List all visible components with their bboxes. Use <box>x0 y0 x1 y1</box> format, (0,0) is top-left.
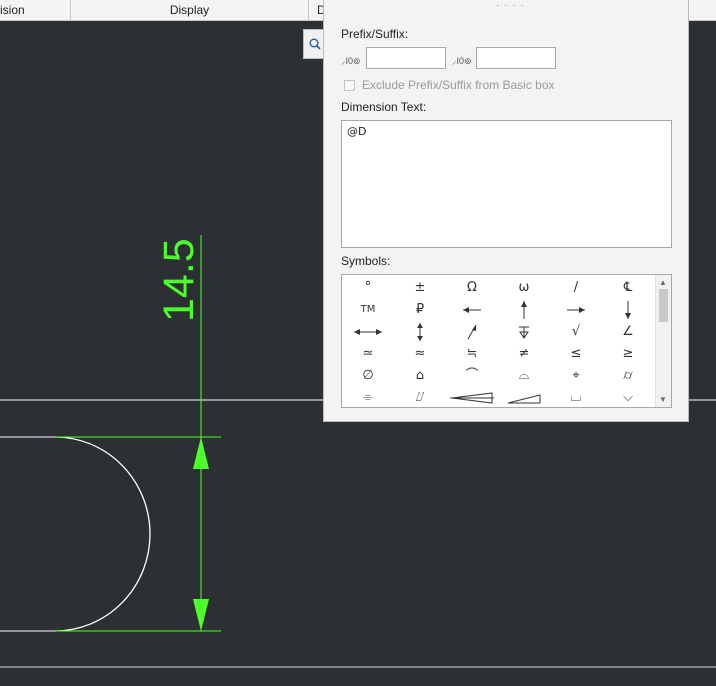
not-equal-icon[interactable]: ≠ <box>498 343 550 365</box>
slope-icon[interactable] <box>498 387 550 407</box>
double-arrow-vertical-icon[interactable] <box>394 321 446 343</box>
position-icon[interactable]: ⌖ <box>550 365 602 387</box>
exclude-prefix-suffix-label: Exclude Prefix/Suffix from Basic box <box>362 78 555 92</box>
arrowhead-top <box>193 437 209 469</box>
scroll-up-icon[interactable]: ▲ <box>659 278 667 287</box>
cylindricity-icon[interactable]: ⌭ <box>602 365 654 387</box>
conical-taper-icon[interactable] <box>446 387 498 407</box>
symmetry-icon[interactable]: ⌯ <box>342 387 394 407</box>
prefix-icon: ⸝I0⊚ <box>341 56 361 66</box>
plus-minus-icon[interactable]: ± <box>394 277 446 299</box>
almost-equal-icon[interactable]: ≈ <box>394 343 446 365</box>
approx-equal-dots-icon[interactable]: ≒ <box>446 343 498 365</box>
profile-line-icon[interactable]: ⌒ <box>446 365 498 387</box>
scroll-thumb[interactable] <box>659 289 668 322</box>
prefix-input[interactable] <box>366 47 446 69</box>
angle-icon[interactable]: ∠ <box>602 321 654 343</box>
prefix-suffix-label: Prefix/Suffix: <box>341 27 409 41</box>
depth-icon[interactable] <box>498 321 550 343</box>
arrow-left-icon[interactable] <box>446 299 498 321</box>
arrow-diagonal-icon[interactable] <box>446 321 498 343</box>
scroll-down-icon[interactable]: ▼ <box>659 395 667 404</box>
counterbore-icon[interactable]: ⌴ <box>550 387 602 407</box>
square-root-icon[interactable]: √ <box>550 321 602 343</box>
dimension-text-panel: · · · · Prefix/Suffix: ⸝I0⊚ ⸝I0⊚ Exclude… <box>323 0 689 422</box>
arrowhead-bottom <box>193 599 209 631</box>
panel-grip[interactable]: · · · · <box>496 0 525 11</box>
exclude-prefix-suffix-checkbox[interactable] <box>344 80 355 91</box>
greater-equal-icon[interactable]: ≥ <box>602 343 654 365</box>
profile-surface-icon[interactable]: ⌂ <box>394 365 446 387</box>
tab-dimension[interactable]: ision <box>0 0 71 20</box>
tab-display[interactable]: Display <box>71 0 309 20</box>
symbols-scrollbar[interactable]: ▲ ▼ <box>655 275 671 407</box>
dimension-value[interactable]: 14.5 <box>155 238 203 322</box>
symbols-palette: ° ± Ω ω / ℄ TM ₽ √ ∠ ≃ ≈ ≒ ≠ ≤ ≥ ∅ ⌂ ⌒ ⌓… <box>341 274 672 408</box>
less-equal-icon[interactable]: ≤ <box>550 343 602 365</box>
search-button[interactable] <box>303 29 325 59</box>
property-line-icon[interactable]: ₽ <box>394 299 446 321</box>
ohm-icon[interactable]: Ω <box>446 277 498 299</box>
total-runout-icon[interactable]: ⌰ <box>394 387 446 407</box>
dimension-text-field[interactable]: @D <box>341 120 672 248</box>
approx-icon[interactable]: ≃ <box>342 343 394 365</box>
degree-icon[interactable]: ° <box>342 277 394 299</box>
arrow-right-icon[interactable] <box>550 299 602 321</box>
centerline-icon[interactable]: ℄ <box>602 277 654 299</box>
slash-icon[interactable]: / <box>550 277 602 299</box>
arrow-up-icon[interactable] <box>498 299 550 321</box>
slot-arc <box>54 436 151 632</box>
search-icon <box>309 38 321 50</box>
suffix-icon: ⸝I0⊚ <box>452 56 472 66</box>
countersink-icon[interactable]: ⌵ <box>602 387 654 407</box>
omega-icon[interactable]: ω <box>498 277 550 299</box>
suffix-input[interactable] <box>476 47 556 69</box>
diameter-icon[interactable]: ∅ <box>342 365 394 387</box>
flatness-semicircle-icon[interactable]: ⌓ <box>498 365 550 387</box>
double-arrow-horizontal-icon[interactable] <box>342 321 394 343</box>
symbols-label: Symbols: <box>341 254 391 268</box>
trademark-icon[interactable]: TM <box>342 299 394 321</box>
dimension-text-label: Dimension Text: <box>341 100 427 114</box>
arrow-down-icon[interactable] <box>602 299 654 321</box>
